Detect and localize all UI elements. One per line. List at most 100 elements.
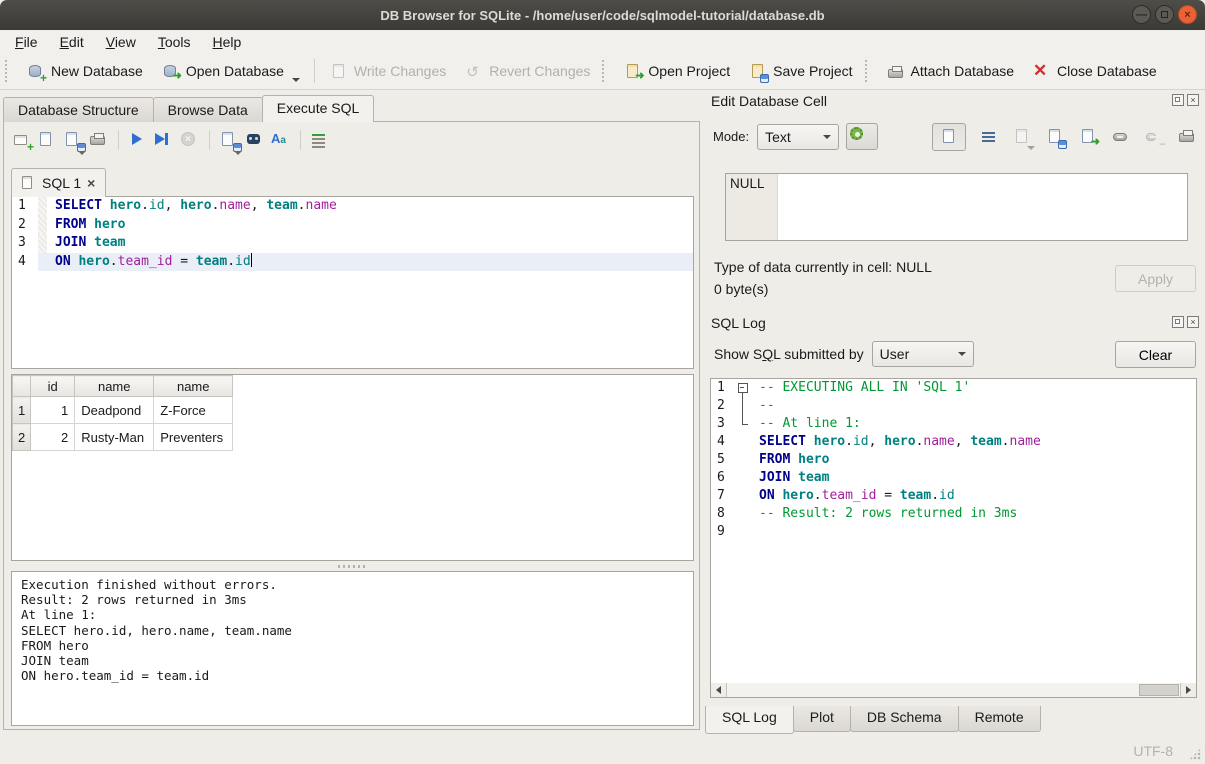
print-sql-icon[interactable] xyxy=(88,130,110,150)
text-mode-toggle[interactable] xyxy=(932,123,966,151)
fold-margin xyxy=(735,469,751,487)
splitter-handle[interactable] xyxy=(11,563,694,570)
import-cell-icon[interactable] xyxy=(1045,127,1065,147)
column-header-name1[interactable]: name xyxy=(75,376,154,397)
table-row[interactable]: 2 2 Rusty-Man Preventers xyxy=(13,424,233,451)
line-number: 3 xyxy=(12,234,38,253)
main-toolbar: + New Database ➜ Open Database Write Cha… xyxy=(0,53,1205,90)
sql-log-view[interactable]: 1-- EXECUTING ALL IN 'SQL 1'2--3-- At li… xyxy=(710,378,1197,698)
format-sql-icon[interactable] xyxy=(309,130,331,150)
cell-id[interactable]: 1 xyxy=(31,397,75,424)
code-line: 1SELECT hero.id, hero.name, team.name xyxy=(12,197,693,216)
horizontal-scrollbar[interactable] xyxy=(710,683,1197,698)
link-icon[interactable] xyxy=(1111,127,1131,147)
cell-team-name[interactable]: Z-Force xyxy=(154,397,233,424)
revert-changes-button: ↺ Revert Changes xyxy=(455,56,599,86)
menu-file[interactable]: File xyxy=(4,32,49,52)
mode-select[interactable]: Text xyxy=(757,124,839,150)
code-line: 3-- At line 1: xyxy=(711,415,1196,433)
sql-log-dock-title: SQL Log xyxy=(711,315,766,331)
line-number: 5 xyxy=(711,451,735,469)
menu-help[interactable]: Help xyxy=(202,32,253,52)
execute-line-icon[interactable] xyxy=(153,130,175,150)
sql-tab-close-icon[interactable]: × xyxy=(87,175,95,191)
sql-log-filter-select[interactable]: User xyxy=(872,341,974,367)
maximize-button[interactable] xyxy=(1155,5,1174,24)
new-sql-tab-icon[interactable]: + xyxy=(10,130,32,150)
tab-execute-sql[interactable]: Execute SQL xyxy=(262,95,375,122)
open-project-button[interactable]: ➜ Open Project xyxy=(614,56,739,86)
minimize-button[interactable]: — xyxy=(1132,5,1151,24)
toolbar-handle[interactable] xyxy=(865,60,872,82)
close-button[interactable]: × xyxy=(1178,5,1197,24)
fold-margin xyxy=(735,487,751,505)
menu-edit[interactable]: Edit xyxy=(49,32,95,52)
execute-sql-icon[interactable] xyxy=(127,130,149,150)
dock-close-icon[interactable]: × xyxy=(1187,94,1199,106)
tab-browse-data[interactable]: Browse Data xyxy=(153,97,263,122)
line-number: 1 xyxy=(711,379,735,397)
toolbar-handle[interactable] xyxy=(5,60,12,82)
app-window: DB Browser for SQLite - /home/user/code/… xyxy=(0,0,1205,764)
column-header-id[interactable]: id xyxy=(31,376,75,397)
open-database-dropdown-icon[interactable] xyxy=(292,78,300,82)
sql-editor[interactable]: 1SELECT hero.id, hero.name, team.name2FR… xyxy=(11,196,694,369)
dock-float-icon[interactable] xyxy=(1172,316,1184,328)
format-text-icon[interactable]: Aa xyxy=(270,130,292,150)
results-grid: id name name 1 1 Deadpond Z-Force 2 2 Ru… xyxy=(11,374,694,561)
toolbar-handle[interactable] xyxy=(602,60,609,82)
row-header[interactable]: 2 xyxy=(13,424,31,451)
cell-hero-name[interactable]: Deadpond xyxy=(75,397,154,424)
execution-status-log[interactable]: Execution finished without errors. Resul… xyxy=(11,571,694,726)
attach-database-button[interactable]: Attach Database xyxy=(877,56,1024,86)
row-header[interactable]: 1 xyxy=(13,397,31,424)
code-line: 7ON hero.team_id = team.id xyxy=(711,487,1196,505)
cell-team-name[interactable]: Preventers xyxy=(154,424,233,451)
auto-apply-button[interactable] xyxy=(846,123,878,150)
tab-db-schema[interactable]: DB Schema xyxy=(850,706,959,732)
menu-tools[interactable]: Tools xyxy=(147,32,202,52)
fold-margin xyxy=(735,505,751,523)
line-number: 6 xyxy=(711,469,735,487)
clear-log-button[interactable]: Clear xyxy=(1115,341,1196,368)
sql-log-filter-row: Show SQL submitted by User xyxy=(714,341,974,367)
open-sql-file-icon[interactable] xyxy=(36,130,58,150)
find-icon[interactable] xyxy=(244,130,266,150)
tab-database-structure[interactable]: Database Structure xyxy=(3,97,154,122)
dock-float-icon[interactable] xyxy=(1172,94,1184,106)
export-cell-icon[interactable]: ➜ xyxy=(1078,127,1098,147)
right-dock: Edit Database Cell × Mode: Text ➜ − NULL xyxy=(703,90,1205,734)
table-row[interactable]: 1 1 Deadpond Z-Force xyxy=(13,397,233,424)
cell-id[interactable]: 2 xyxy=(31,424,75,451)
code-line: 4SELECT hero.id, hero.name, team.name xyxy=(711,433,1196,451)
tab-sql-log[interactable]: SQL Log xyxy=(705,706,794,734)
open-database-button[interactable]: ➜ Open Database xyxy=(152,56,309,86)
fold-marker[interactable] xyxy=(735,379,751,397)
menubar: File Edit View Tools Help xyxy=(0,30,1205,53)
mode-label: Mode: xyxy=(713,129,749,144)
print-cell-icon[interactable] xyxy=(1177,127,1197,147)
column-header-name2[interactable]: name xyxy=(154,376,233,397)
scroll-right-icon[interactable] xyxy=(1180,683,1196,697)
encoding-indicator[interactable]: UTF-8 xyxy=(1133,743,1173,759)
open-sql-in-tab-icon[interactable] xyxy=(62,130,84,150)
line-number: 7 xyxy=(711,487,735,505)
cell-hero-name[interactable]: Rusty-Man xyxy=(75,424,154,451)
sql-editor-tab[interactable]: SQL 1 × xyxy=(11,168,106,197)
close-database-button[interactable]: ✕ Close Database xyxy=(1023,56,1166,86)
corner-header[interactable] xyxy=(13,376,31,397)
results-table[interactable]: id name name 1 1 Deadpond Z-Force 2 2 Ru… xyxy=(12,375,233,451)
scroll-left-icon[interactable] xyxy=(711,683,727,697)
cell-value-editor[interactable]: NULL xyxy=(725,173,1188,241)
resize-grip[interactable] xyxy=(1189,748,1201,760)
export-results-icon[interactable] xyxy=(218,130,240,150)
titlebar[interactable]: DB Browser for SQLite - /home/user/code/… xyxy=(0,0,1205,30)
dock-close-icon[interactable]: × xyxy=(1187,316,1199,328)
word-wrap-icon[interactable] xyxy=(979,127,999,147)
tab-plot[interactable]: Plot xyxy=(793,706,851,732)
tab-remote[interactable]: Remote xyxy=(958,706,1041,732)
scrollbar-thumb[interactable] xyxy=(1139,684,1179,696)
new-database-button[interactable]: + New Database xyxy=(17,56,152,86)
save-project-button[interactable]: Save Project xyxy=(739,56,861,86)
menu-view[interactable]: View xyxy=(95,32,147,52)
